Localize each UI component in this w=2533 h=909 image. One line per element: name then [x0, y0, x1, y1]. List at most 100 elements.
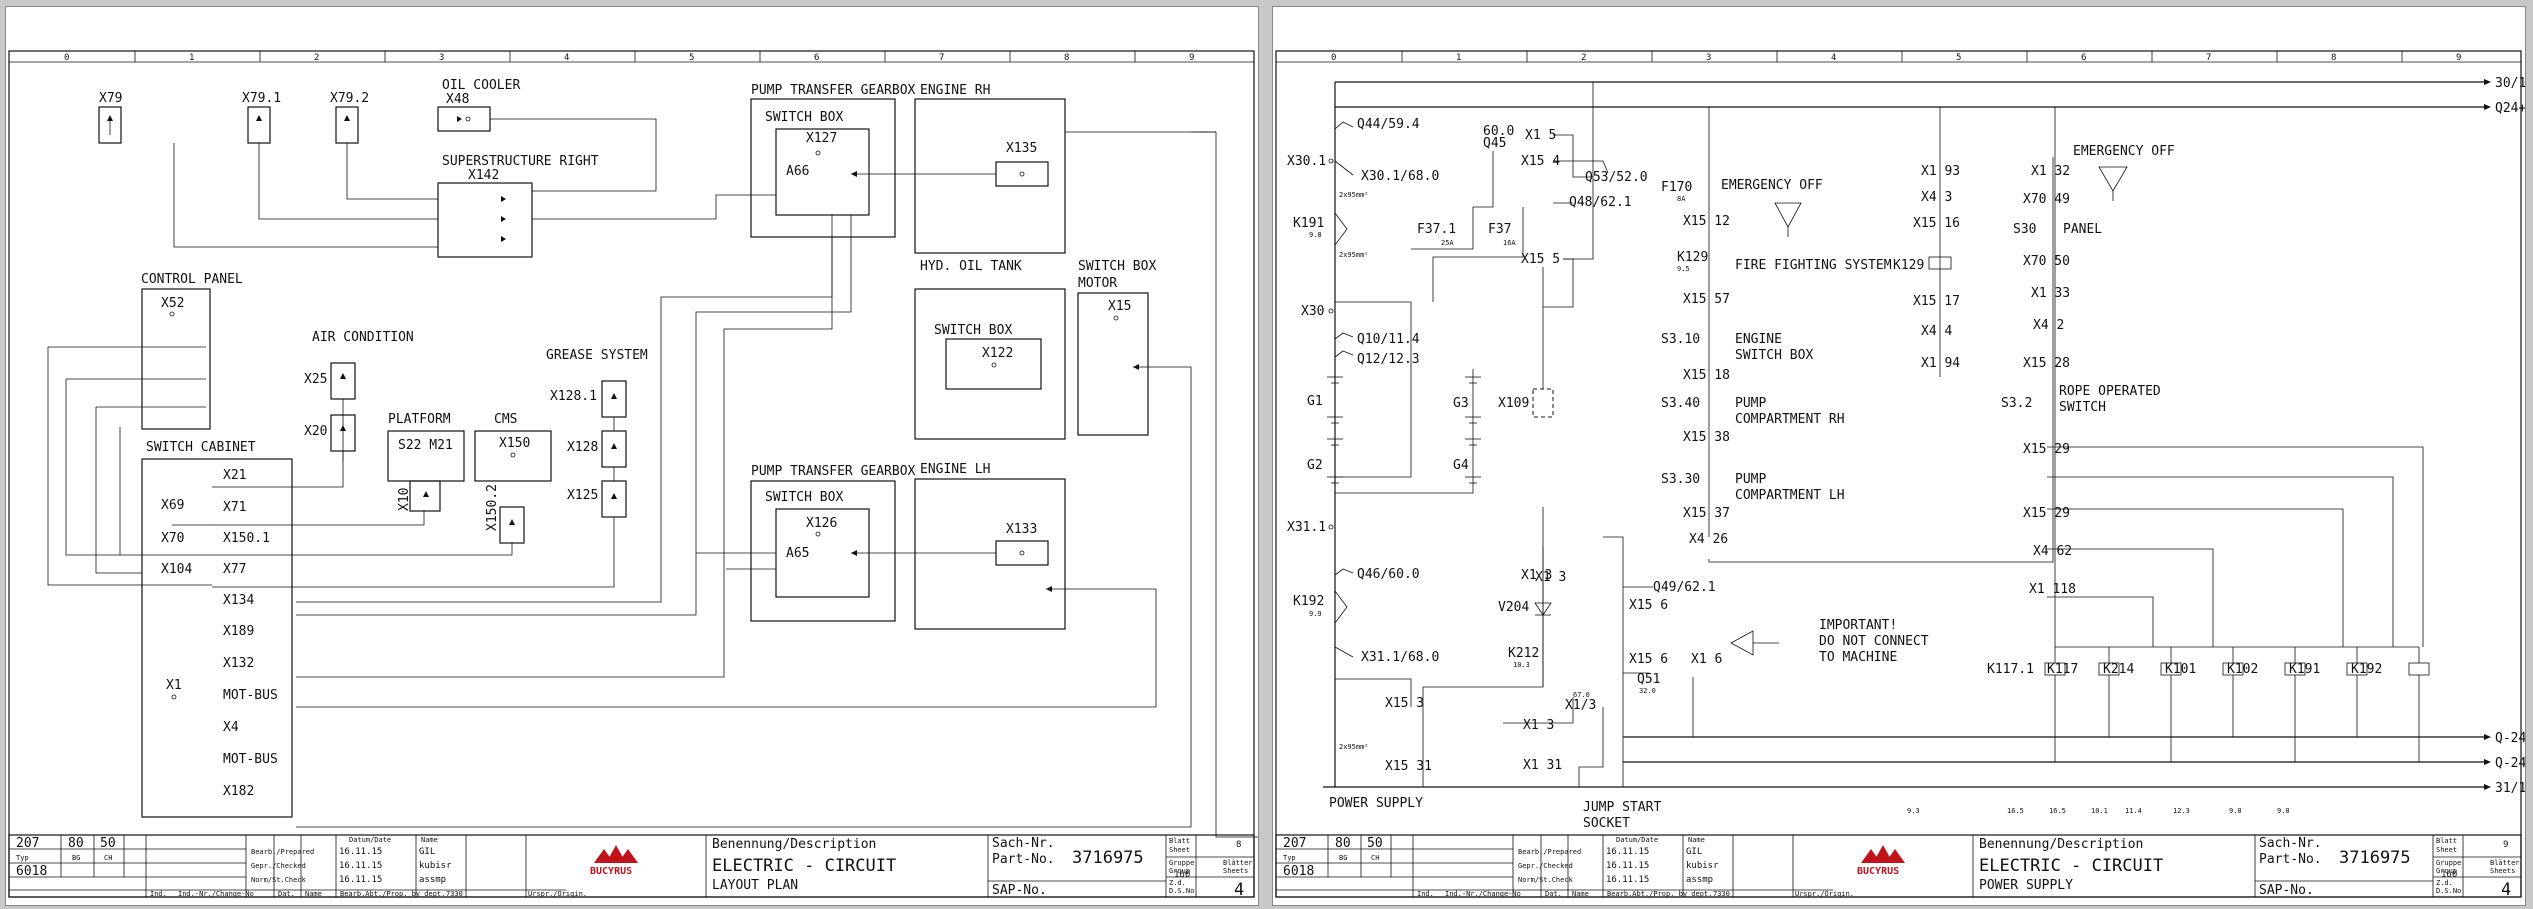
svg-text:X135: X135 — [1006, 141, 1037, 156]
svg-text:9.5: 9.5 — [1677, 265, 1690, 273]
svg-text:Sheet: Sheet — [1169, 846, 1190, 854]
svg-text:K129: K129 — [1893, 258, 1924, 273]
svg-text:PUMP: PUMP — [1735, 472, 1766, 487]
svg-text:Part-No.: Part-No. — [2259, 852, 2322, 867]
svg-text:Sach-Nr.: Sach-Nr. — [992, 836, 1055, 851]
svg-text:X122: X122 — [982, 346, 1013, 361]
svg-text:16.11.15: 16.11.15 — [339, 875, 382, 885]
svg-text:Urspr./Origin.: Urspr./Origin. — [1795, 890, 1854, 898]
svg-text:JUMP START: JUMP START — [1583, 800, 1661, 815]
switch-box-motor: SWITCH BOX MOTOR X15 — [1077, 259, 1156, 436]
svg-text:CH: CH — [1371, 854, 1379, 862]
svg-text:Q24+/10.0: Q24+/10.0 — [2495, 101, 2525, 116]
svg-text:31/11.0: 31/11.0 — [2495, 781, 2525, 796]
svg-text:X4 62: X4 62 — [2033, 544, 2072, 559]
svg-text:Name: Name — [1572, 890, 1589, 898]
svg-text:50: 50 — [1367, 836, 1383, 851]
air-condition: AIR CONDITION X25 X20 — [304, 330, 414, 452]
svg-text:X70 49: X70 49 — [2023, 192, 2070, 207]
svg-text:D.S.No: D.S.No — [1169, 887, 1194, 895]
tb-prepared: Bearb./Prepared — [251, 848, 314, 856]
svg-text:7330: 7330 — [1713, 890, 1730, 898]
connector-x79: X79 — [98, 91, 122, 144]
svg-text:ENGINE: ENGINE — [1735, 332, 1782, 347]
svg-text:7: 7 — [2206, 53, 2211, 63]
svg-text:10.3: 10.3 — [1513, 661, 1530, 669]
svg-text:Typ: Typ — [1283, 854, 1296, 862]
svg-text:8: 8 — [2331, 53, 2336, 63]
svg-text:COMPARTMENT RH: COMPARTMENT RH — [1735, 412, 1845, 427]
svg-text:X69: X69 — [161, 498, 184, 513]
svg-text:Ind.-Nr./Change-No: Ind.-Nr./Change-No — [1445, 890, 1521, 898]
part-number: 3716975 — [2339, 848, 2411, 868]
svg-text:9: 9 — [2456, 53, 2461, 63]
svg-text:Q48/62.1: Q48/62.1 — [1569, 195, 1632, 210]
svg-text:EMERGENCY OFF: EMERGENCY OFF — [2073, 144, 2175, 159]
svg-text:IMPORTANT!: IMPORTANT! — [1819, 618, 1897, 633]
svg-text:BUCYRUS: BUCYRUS — [1857, 866, 1899, 877]
svg-text:X15 31: X15 31 — [1385, 759, 1432, 774]
svg-text:207: 207 — [1283, 836, 1306, 851]
bottom-labels: POWER SUPPLY JUMP START SOCKET 9.3 16.5 … — [1329, 707, 2290, 831]
tb-typ: Typ — [16, 854, 29, 862]
svg-text:Datum/Date: Datum/Date — [1616, 836, 1658, 844]
svg-text:X15 38: X15 38 — [1683, 430, 1730, 445]
svg-text:assmp: assmp — [1686, 875, 1713, 885]
svg-text:ENGINE RH: ENGINE RH — [920, 83, 990, 98]
svg-text:X15 18: X15 18 — [1683, 368, 1730, 383]
pump-transfer-gearbox-bottom: PUMP TRANSFER GEARBOX SWITCH BOX X126 A6… — [750, 464, 916, 622]
svg-text:Gruppe: Gruppe — [2436, 859, 2461, 867]
svg-text:SOCKET: SOCKET — [1583, 816, 1630, 831]
svg-text:6: 6 — [2081, 53, 2086, 63]
svg-text:COMPARTMENT LH: COMPARTMENT LH — [1735, 488, 1845, 503]
drawing-subtitle: POWER SUPPLY — [1979, 878, 2073, 893]
svg-text:30/11.0: 30/11.0 — [2495, 76, 2525, 91]
col-7: 7 — [939, 53, 944, 63]
svg-text:Z.d.: Z.d. — [1169, 879, 1186, 887]
svg-text:16.5: 16.5 — [2007, 807, 2024, 815]
svg-text:Blätter: Blätter — [2490, 859, 2520, 867]
svg-text:0: 0 — [1331, 53, 1336, 63]
svg-text:Q49/62.1: Q49/62.1 — [1653, 580, 1716, 595]
svg-text:9.8: 9.8 — [1309, 231, 1322, 239]
svg-text:X15 6: X15 6 — [1629, 652, 1668, 667]
svg-text:X4 4: X4 4 — [1921, 324, 1952, 339]
svg-text:kubisr: kubisr — [1686, 861, 1719, 871]
svg-text:X15 12: X15 12 — [1683, 214, 1730, 229]
svg-text:Bearb./Prepared: Bearb./Prepared — [1518, 848, 1581, 856]
svg-text:Q-24R/10.0: Q-24R/10.0 — [2495, 756, 2525, 771]
svg-text:X1 33: X1 33 — [2031, 286, 2070, 301]
sheet-number: 9 — [2503, 840, 2508, 850]
svg-text:12.3: 12.3 — [2173, 807, 2190, 815]
svg-text:Urspr./Origin.: Urspr./Origin. — [528, 890, 587, 898]
svg-text:X134: X134 — [223, 593, 254, 608]
svg-text:X25: X25 — [304, 372, 327, 387]
svg-text:PUMP TRANSFER GEARBOX: PUMP TRANSFER GEARBOX — [751, 464, 916, 479]
tb-desc-label: Benennung/Description — [712, 837, 876, 852]
svg-text:X48: X48 — [446, 92, 469, 107]
svg-text:X15 17: X15 17 — [1913, 294, 1960, 309]
svg-text:5: 5 — [1956, 53, 1961, 63]
svg-text:HYD. OIL TANK: HYD. OIL TANK — [920, 259, 1022, 274]
svg-text:Sheets: Sheets — [2490, 867, 2515, 875]
svg-text:A66: A66 — [786, 164, 809, 179]
svg-text:X21: X21 — [223, 468, 246, 483]
svg-text:MOT-BUS: MOT-BUS — [223, 752, 278, 767]
svg-text:G1: G1 — [1307, 394, 1323, 409]
svg-text:X4 26: X4 26 — [1689, 532, 1728, 547]
column-ruler: 0 1 2 3 4 5 6 7 8 9 — [1276, 51, 2521, 63]
svg-text:F37: F37 — [1488, 222, 1511, 237]
svg-text:MOT-BUS: MOT-BUS — [223, 688, 278, 703]
svg-text:X70: X70 — [161, 531, 184, 546]
svg-text:Part-No.: Part-No. — [992, 852, 1055, 867]
svg-text:7330: 7330 — [446, 890, 463, 898]
svg-text:3: 3 — [1706, 53, 1711, 63]
svg-text:MOTOR: MOTOR — [1078, 276, 1117, 291]
svg-text:S3.40: S3.40 — [1661, 396, 1700, 411]
control-panel: CONTROL PANEL X52 — [141, 272, 243, 430]
sheet-layout-plan: 0 1 2 3 4 5 6 7 8 9 X79 X79.1 X79.2 OIL … — [5, 6, 1276, 906]
svg-text:X31.1/68.0: X31.1/68.0 — [1361, 650, 1439, 665]
svg-text:X71: X71 — [223, 500, 246, 515]
tb-207: 207 — [16, 836, 39, 851]
svg-text:G3: G3 — [1453, 396, 1469, 411]
